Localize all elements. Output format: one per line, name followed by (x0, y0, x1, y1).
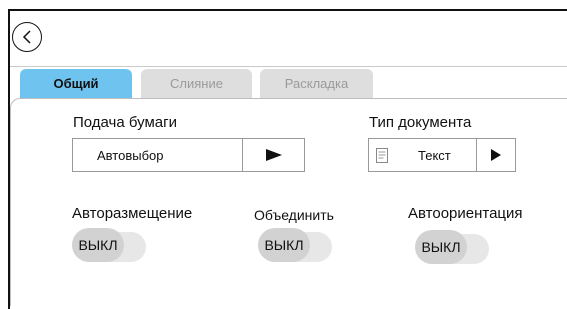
tab-general[interactable]: Общий (20, 69, 132, 98)
back-button[interactable] (12, 22, 42, 52)
doc-type-select[interactable]: Текст (368, 138, 516, 172)
toggle-state: ВЫКЛ (258, 228, 310, 262)
toggle-state: ВЫКЛ (415, 230, 467, 264)
merge-toggle[interactable]: ВЫКЛ (258, 228, 334, 262)
auto-orientation-toggle[interactable]: ВЫКЛ (415, 230, 491, 264)
paper-feed-select[interactable]: Автовыбор (72, 138, 305, 172)
toggle-state: ВЫКЛ (72, 228, 124, 262)
doc-type-label: Тип документа (369, 114, 472, 131)
play-arrow-icon (491, 149, 501, 161)
paper-feed-value: Автовыбор (97, 147, 164, 163)
doc-type-value: Текст (418, 147, 451, 163)
back-arrow-icon (22, 30, 31, 44)
header-separator (10, 66, 567, 67)
document-icon (376, 147, 388, 163)
paper-feed-arrow-button[interactable] (242, 139, 304, 171)
merge-label: Объединить (254, 207, 334, 223)
tab-layout[interactable]: Раскладка (260, 69, 373, 98)
tab-merge[interactable]: Слияние (141, 69, 252, 98)
play-arrow-icon (265, 149, 282, 161)
auto-placement-label: Авторазмещение (72, 205, 193, 222)
paper-feed-label: Подача бумаги (73, 114, 177, 131)
auto-orientation-label: Автоориентация (408, 205, 523, 222)
doc-type-arrow-button[interactable] (476, 139, 515, 171)
auto-placement-toggle[interactable]: ВЫКЛ (72, 228, 148, 262)
